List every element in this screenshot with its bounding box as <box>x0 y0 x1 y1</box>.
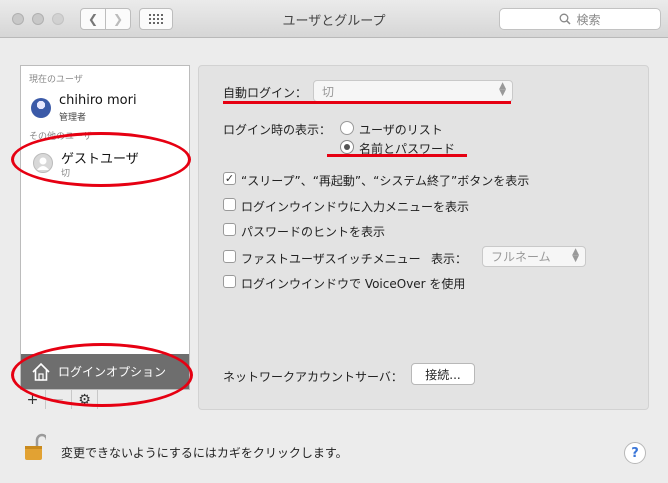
unlocked-padlock-icon <box>25 433 49 460</box>
login-display-label: ログイン時の表示： <box>223 123 332 137</box>
annotation-underline-auto-login <box>223 101 511 104</box>
checkbox-fast-user-switch-label: ファストユーザスイッチメニュー <box>241 252 421 266</box>
search-field[interactable]: 検索 <box>499 8 661 30</box>
auto-login-value: 切 <box>322 84 335 99</box>
checkbox-password-hints[interactable] <box>223 223 236 236</box>
fast-switch-display-popup[interactable]: フルネーム ▲ ▼ <box>482 246 586 267</box>
join-button[interactable]: 接続... <box>411 363 475 385</box>
radio-button[interactable] <box>340 121 354 135</box>
annotation-ellipse-guest <box>11 132 191 187</box>
popup-arrows-icon: ▲ ▼ <box>572 247 579 264</box>
annotation-ellipse-login-options <box>11 343 193 407</box>
login-options-pane: 自動ログイン： 切 ▲ ▼ ログイン時の表示： ユーザのリスト 名前とパスワード … <box>198 65 649 410</box>
radio-user-list-label: ユーザのリスト <box>359 123 443 137</box>
search-placeholder: 検索 <box>576 12 601 27</box>
annotation-underline-name-password <box>327 154 467 157</box>
checkbox-fast-user-switch[interactable] <box>223 250 236 263</box>
popup-arrows-icon: ▲ ▼ <box>499 81 506 98</box>
user-avatar <box>31 98 51 118</box>
help-button[interactable]: ? <box>624 442 646 464</box>
fast-switch-display-value: フルネーム <box>491 250 551 264</box>
radio-button-selected[interactable] <box>340 140 354 154</box>
lock-button[interactable] <box>24 432 49 462</box>
current-users-label: 現在のユーザ <box>29 75 83 85</box>
checkbox-input-menu[interactable] <box>223 198 236 211</box>
auto-login-label: 自動ログイン： <box>223 86 308 100</box>
checkbox-input-menu-label: ログインウインドウに入力メニューを表示 <box>241 200 470 214</box>
checkbox-show-buttons[interactable]: ✓ <box>223 172 236 185</box>
user-role: 管理者 <box>59 113 87 123</box>
checkbox-voiceover[interactable] <box>223 275 236 288</box>
user-name: chihiro mori <box>59 93 137 108</box>
user-list-sidebar: 現在のユーザ chihiro mori 管理者 その他のユーザ ゲストユーザ 切… <box>20 65 190 390</box>
auto-login-popup[interactable]: 切 ▲ ▼ <box>313 80 513 102</box>
checkbox-voiceover-label: ログインウインドウで VoiceOver を使用 <box>241 277 466 291</box>
network-server-label: ネットワークアカウントサーバ： <box>223 370 403 384</box>
title-bar: ❮ ❯ ユーザとグループ 検索 <box>0 0 668 38</box>
search-icon <box>560 13 572 25</box>
lock-instruction-text: 変更できないようにするにはカギをクリックします。 <box>61 446 348 460</box>
fast-switch-display-label: 表示： <box>431 252 468 266</box>
checkbox-password-hints-label: パスワードのヒントを表示 <box>241 225 386 239</box>
checkbox-show-buttons-label: “スリープ”、“再起動”、“システム終了”ボタンを表示 <box>241 174 530 188</box>
